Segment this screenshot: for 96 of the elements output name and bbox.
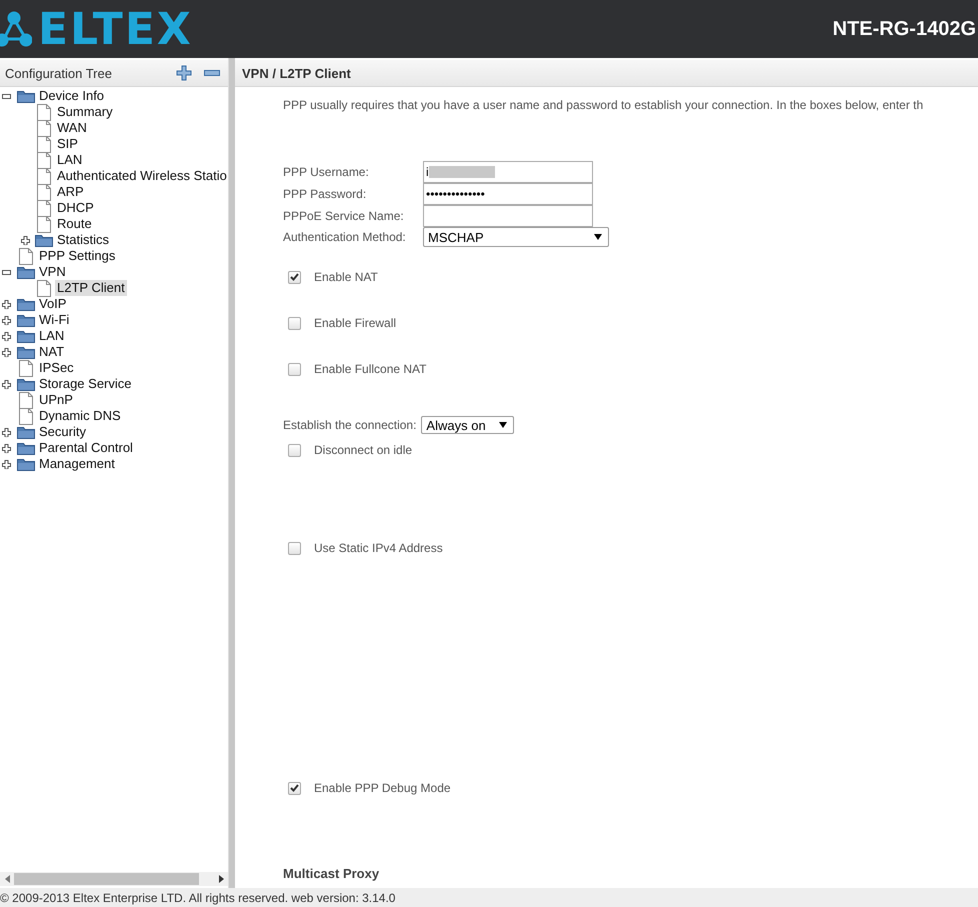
page-icon: [37, 200, 51, 216]
expand-icon[interactable]: [2, 380, 10, 388]
folder-icon: [35, 233, 53, 247]
folder-icon: [17, 425, 35, 439]
tree-item[interactable]: Device Info: [37, 88, 106, 104]
tree-item[interactable]: Wi-Fi: [37, 312, 72, 328]
scroll-left-icon[interactable]: [5, 875, 10, 883]
page-icon: [37, 280, 51, 296]
expand-icon[interactable]: [2, 348, 10, 356]
input-field[interactable]: [423, 205, 593, 227]
section-heading: Multicast Proxy: [283, 866, 380, 880]
expand-icon[interactable]: [20, 236, 30, 244]
tree-item[interactable]: Summary: [55, 104, 115, 120]
page-title: VPN / L2TP Client: [242, 66, 351, 80]
checkbox[interactable]: [288, 444, 301, 456]
checkbox-label: Enable Firewall: [314, 316, 396, 330]
tree-item[interactable]: LAN: [37, 328, 66, 344]
tree-item[interactable]: ARP: [55, 184, 86, 200]
expand-icon[interactable]: [2, 316, 10, 324]
collapse-icon[interactable]: [2, 268, 10, 276]
checkbox[interactable]: [288, 362, 301, 376]
page-icon: [37, 152, 51, 168]
tree-item[interactable]: Statistics: [55, 232, 112, 248]
folder-icon: [17, 313, 35, 327]
caret-icon: [594, 234, 602, 240]
tree-item[interactable]: Route: [55, 216, 94, 232]
page-icon: [37, 104, 51, 120]
page-icon: [19, 408, 33, 424]
folder-icon: [17, 441, 35, 455]
tree-item[interactable]: SIP: [55, 136, 80, 152]
expand-icon[interactable]: [2, 444, 10, 452]
field-label: PPP Password:: [283, 187, 368, 201]
page-icon: [37, 184, 51, 200]
input-field[interactable]: i: [423, 161, 593, 183]
folder-icon: [17, 457, 35, 471]
tree-item[interactable]: Management: [37, 456, 117, 472]
tree-item[interactable]: IPSec: [37, 360, 76, 376]
expand-icon[interactable]: [2, 300, 10, 308]
tree-item[interactable]: Security: [37, 424, 88, 440]
folder-icon: [17, 297, 35, 311]
checkbox[interactable]: [288, 316, 301, 330]
caret-icon: [499, 422, 508, 428]
tree-item[interactable]: L2TP Client: [55, 280, 127, 296]
field-label: PPPoE Service Name:: [283, 209, 405, 223]
network-nodes-icon: [0, 11, 32, 47]
expand-all-icon[interactable]: [176, 65, 192, 81]
expand-icon[interactable]: [2, 332, 10, 340]
expand-icon[interactable]: [2, 428, 10, 436]
checkbox[interactable]: [288, 782, 301, 794]
collapse-icon[interactable]: [2, 92, 10, 100]
expand-icon[interactable]: [2, 460, 10, 468]
intro-text: PPP usually requires that you have a user name and password to establish your connection. In the boxes below, enter th: [283, 98, 924, 112]
checkbox-label: Enable NAT: [314, 270, 378, 284]
logo: ELTEX: [38, 4, 193, 54]
scroll-right-icon[interactable]: [219, 875, 224, 883]
tree-item[interactable]: DHCP: [55, 200, 96, 216]
sidebar-title: Configuration Tree: [5, 66, 112, 80]
dropdown[interactable]: MSCHAP: [423, 227, 609, 247]
tree-item[interactable]: WAN: [55, 120, 89, 136]
tree-item[interactable]: Storage Service: [37, 376, 134, 392]
page-icon: [19, 248, 33, 264]
dropdown[interactable]: Always on: [421, 416, 514, 434]
page-icon: [19, 360, 33, 376]
checkbox[interactable]: [288, 542, 301, 554]
tree-item[interactable]: Parental Control: [37, 440, 135, 456]
checkbox-label: Use Static IPv4 Address: [314, 541, 443, 555]
copyright-text: © 2009-2013 Eltex Enterprise LTD. All rights reserved. web version: 3.14.0: [0, 890, 396, 904]
folder-icon: [17, 377, 35, 391]
checkbox-label: Enable PPP Debug Mode: [314, 781, 451, 795]
tree-item[interactable]: VPN: [37, 264, 68, 280]
horizontal-scrollbar[interactable]: [0, 872, 228, 886]
page-icon: [37, 168, 51, 184]
folder-icon: [17, 265, 35, 279]
page-icon: [37, 136, 51, 152]
folder-icon: [17, 89, 35, 103]
checkbox-label: Disconnect on idle: [314, 443, 412, 457]
tree-item[interactable]: PPP Settings: [37, 248, 118, 264]
field-label: PPP Username:: [283, 165, 370, 179]
device-model: NTE-RG-1402G: [832, 18, 976, 40]
splitter-handle[interactable]: [228, 58, 235, 888]
tree-item[interactable]: UPnP: [37, 392, 75, 408]
folder-icon: [17, 345, 35, 359]
tree-item[interactable]: Dynamic DNS: [37, 408, 123, 424]
page-icon: [37, 120, 51, 136]
tree-item[interactable]: NAT: [37, 344, 66, 360]
tree-item[interactable]: LAN: [55, 152, 84, 168]
page-icon: [19, 392, 33, 408]
input-field[interactable]: ••••••••••••••: [423, 183, 593, 205]
folder-icon: [17, 329, 35, 343]
tree-item[interactable]: VoIP: [37, 296, 68, 312]
checkbox[interactable]: [288, 270, 301, 284]
field-label: Authentication Method:: [283, 230, 407, 244]
checkbox-label: Enable Fullcone NAT: [314, 362, 426, 376]
page-icon: [37, 216, 51, 232]
field-label: Establish the connection:: [283, 418, 416, 432]
tree-item[interactable]: Authenticated Wireless Statio: [55, 168, 228, 184]
